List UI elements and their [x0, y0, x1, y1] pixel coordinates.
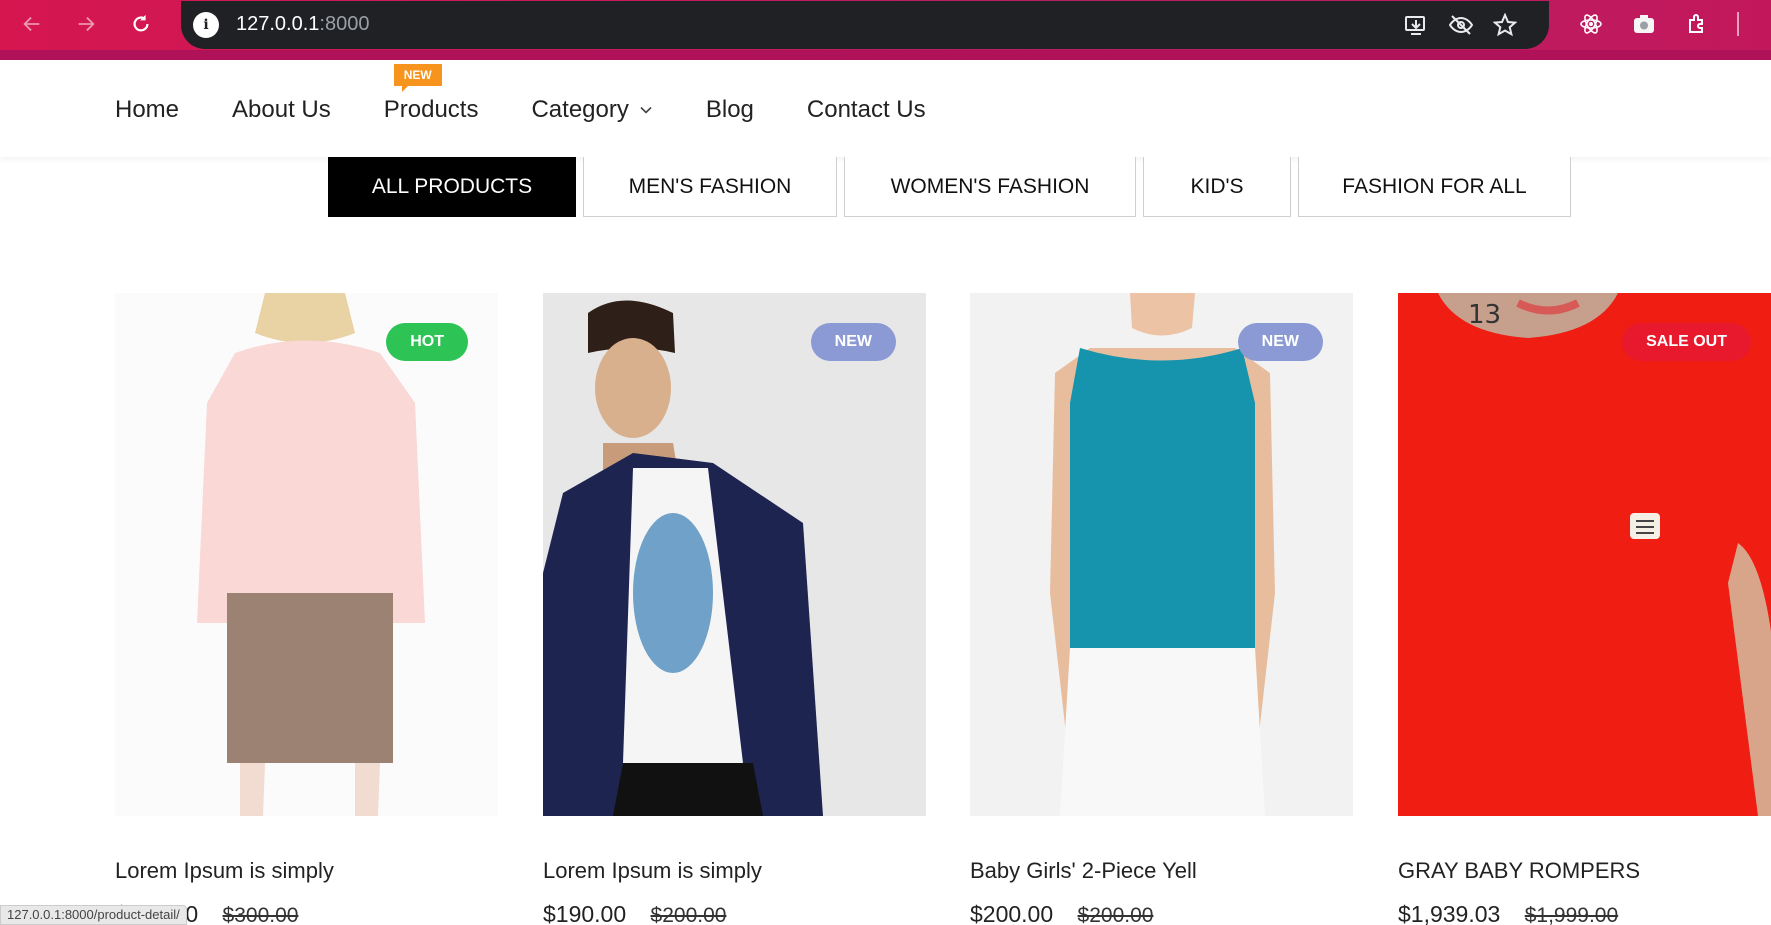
toolbar-divider: [1737, 12, 1739, 36]
product-price: $190.00: [543, 901, 627, 925]
filter-kids[interactable]: KID'S: [1143, 157, 1291, 217]
react-devtools-icon[interactable]: [1579, 12, 1603, 36]
product-filter-tabs: ALL PRODUCTS MEN'S FASHION WOMEN'S FASHI…: [328, 157, 1578, 217]
site-header: Home About Us NEW Products Category Blog…: [0, 60, 1771, 157]
filter-all-products[interactable]: ALL PRODUCTS: [328, 157, 576, 217]
product-title[interactable]: GRAY BABY ROMPERS: [1398, 858, 1771, 884]
menu-item-blog[interactable]: Blog: [706, 96, 754, 124]
forward-icon[interactable]: [72, 10, 100, 38]
menu-label: Category: [531, 96, 629, 123]
new-tag-badge: NEW: [393, 64, 442, 92]
product-photo-teal-top: [970, 293, 1353, 816]
product-title[interactable]: Lorem Ipsum is simply: [543, 858, 926, 884]
svg-text:13: 13: [1468, 300, 1501, 330]
product-badge: HOT: [386, 323, 468, 361]
product-photo-blazer: [543, 293, 926, 816]
filter-mens-fashion[interactable]: MEN'S FASHION: [583, 157, 837, 217]
toolbar-bottom-strip: [0, 50, 1771, 60]
product-price: $200.00: [970, 901, 1054, 925]
filter-fashion-for-all[interactable]: FASHION FOR ALL: [1298, 157, 1571, 217]
product-card[interactable]: NEW Lorem Ipsum is simply $190.00 $200.0…: [543, 293, 926, 925]
product-prices: $1,939.03 $1,999.00: [1398, 901, 1771, 925]
site-info-icon[interactable]: i: [193, 12, 219, 38]
menu-item-contact[interactable]: Contact Us: [807, 96, 926, 124]
menu-item-products[interactable]: NEW Products: [383, 64, 479, 124]
product-prices: $190.00 $200.00: [543, 901, 926, 925]
product-photo-cardigan: [115, 293, 498, 816]
bookmark-star-icon[interactable]: [1493, 13, 1517, 37]
product-badge: NEW: [1237, 323, 1323, 361]
eye-off-icon[interactable]: [1449, 13, 1473, 37]
product-image[interactable]: HOT: [115, 293, 498, 816]
product-badge: SALE OUT: [1622, 323, 1751, 361]
chevron-down-icon: [640, 106, 652, 114]
product-badge: NEW: [810, 323, 896, 361]
product-photo-red-tshirt: 13: [1398, 293, 1771, 816]
product-title[interactable]: Baby Girls' 2-Piece Yell: [970, 858, 1353, 884]
menu-label: About Us: [232, 96, 331, 123]
menu-item-about[interactable]: About Us: [232, 96, 331, 124]
address-bar[interactable]: i 127.0.0.1:8000: [181, 1, 1549, 49]
back-icon[interactable]: [18, 10, 46, 38]
product-old-price: $200.00: [1077, 904, 1154, 925]
menu-label: Blog: [705, 96, 754, 123]
extensions-icon[interactable]: [1686, 12, 1710, 36]
url-text[interactable]: 127.0.0.1:8000: [236, 13, 369, 36]
main-menu: Home About Us NEW Products Category Blog…: [115, 64, 979, 124]
install-app-icon[interactable]: [1404, 13, 1428, 37]
filter-womens-fashion[interactable]: WOMEN'S FASHION: [844, 157, 1136, 217]
product-prices: $200.00 $200.00: [970, 901, 1353, 925]
menu-label: Home: [115, 96, 180, 123]
product-image[interactable]: NEW: [970, 293, 1353, 816]
menu-label: Products: [383, 96, 479, 123]
product-price: $1,939.03: [1398, 901, 1501, 925]
product-card[interactable]: HOT Lorem Ipsum is simply $270.00 $300.0…: [115, 293, 498, 925]
product-old-price: $1,999.00: [1524, 904, 1619, 925]
link-status-bar: 127.0.0.1:8000/product-detail/: [0, 905, 187, 925]
product-title[interactable]: Lorem Ipsum is simply: [115, 858, 498, 884]
menu-label: Contact Us: [806, 96, 926, 123]
product-old-price: $200.00: [650, 904, 727, 925]
reload-icon[interactable]: [127, 10, 155, 38]
menu-item-home[interactable]: Home: [115, 96, 179, 124]
product-image[interactable]: NEW: [543, 293, 926, 816]
camera-icon[interactable]: [1632, 12, 1656, 36]
product-card[interactable]: NEW Baby Girls' 2-Piece Yell $200.00 $20…: [970, 293, 1353, 925]
product-card[interactable]: 13 SALE OUT GRAY BABY ROMPERS $1,939.03 …: [1398, 293, 1771, 925]
product-old-price: $300.00: [222, 904, 299, 925]
menu-item-category[interactable]: Category: [531, 96, 652, 124]
product-image[interactable]: 13 SALE OUT: [1398, 293, 1771, 816]
browser-toolbar: i 127.0.0.1:8000: [0, 0, 1771, 60]
